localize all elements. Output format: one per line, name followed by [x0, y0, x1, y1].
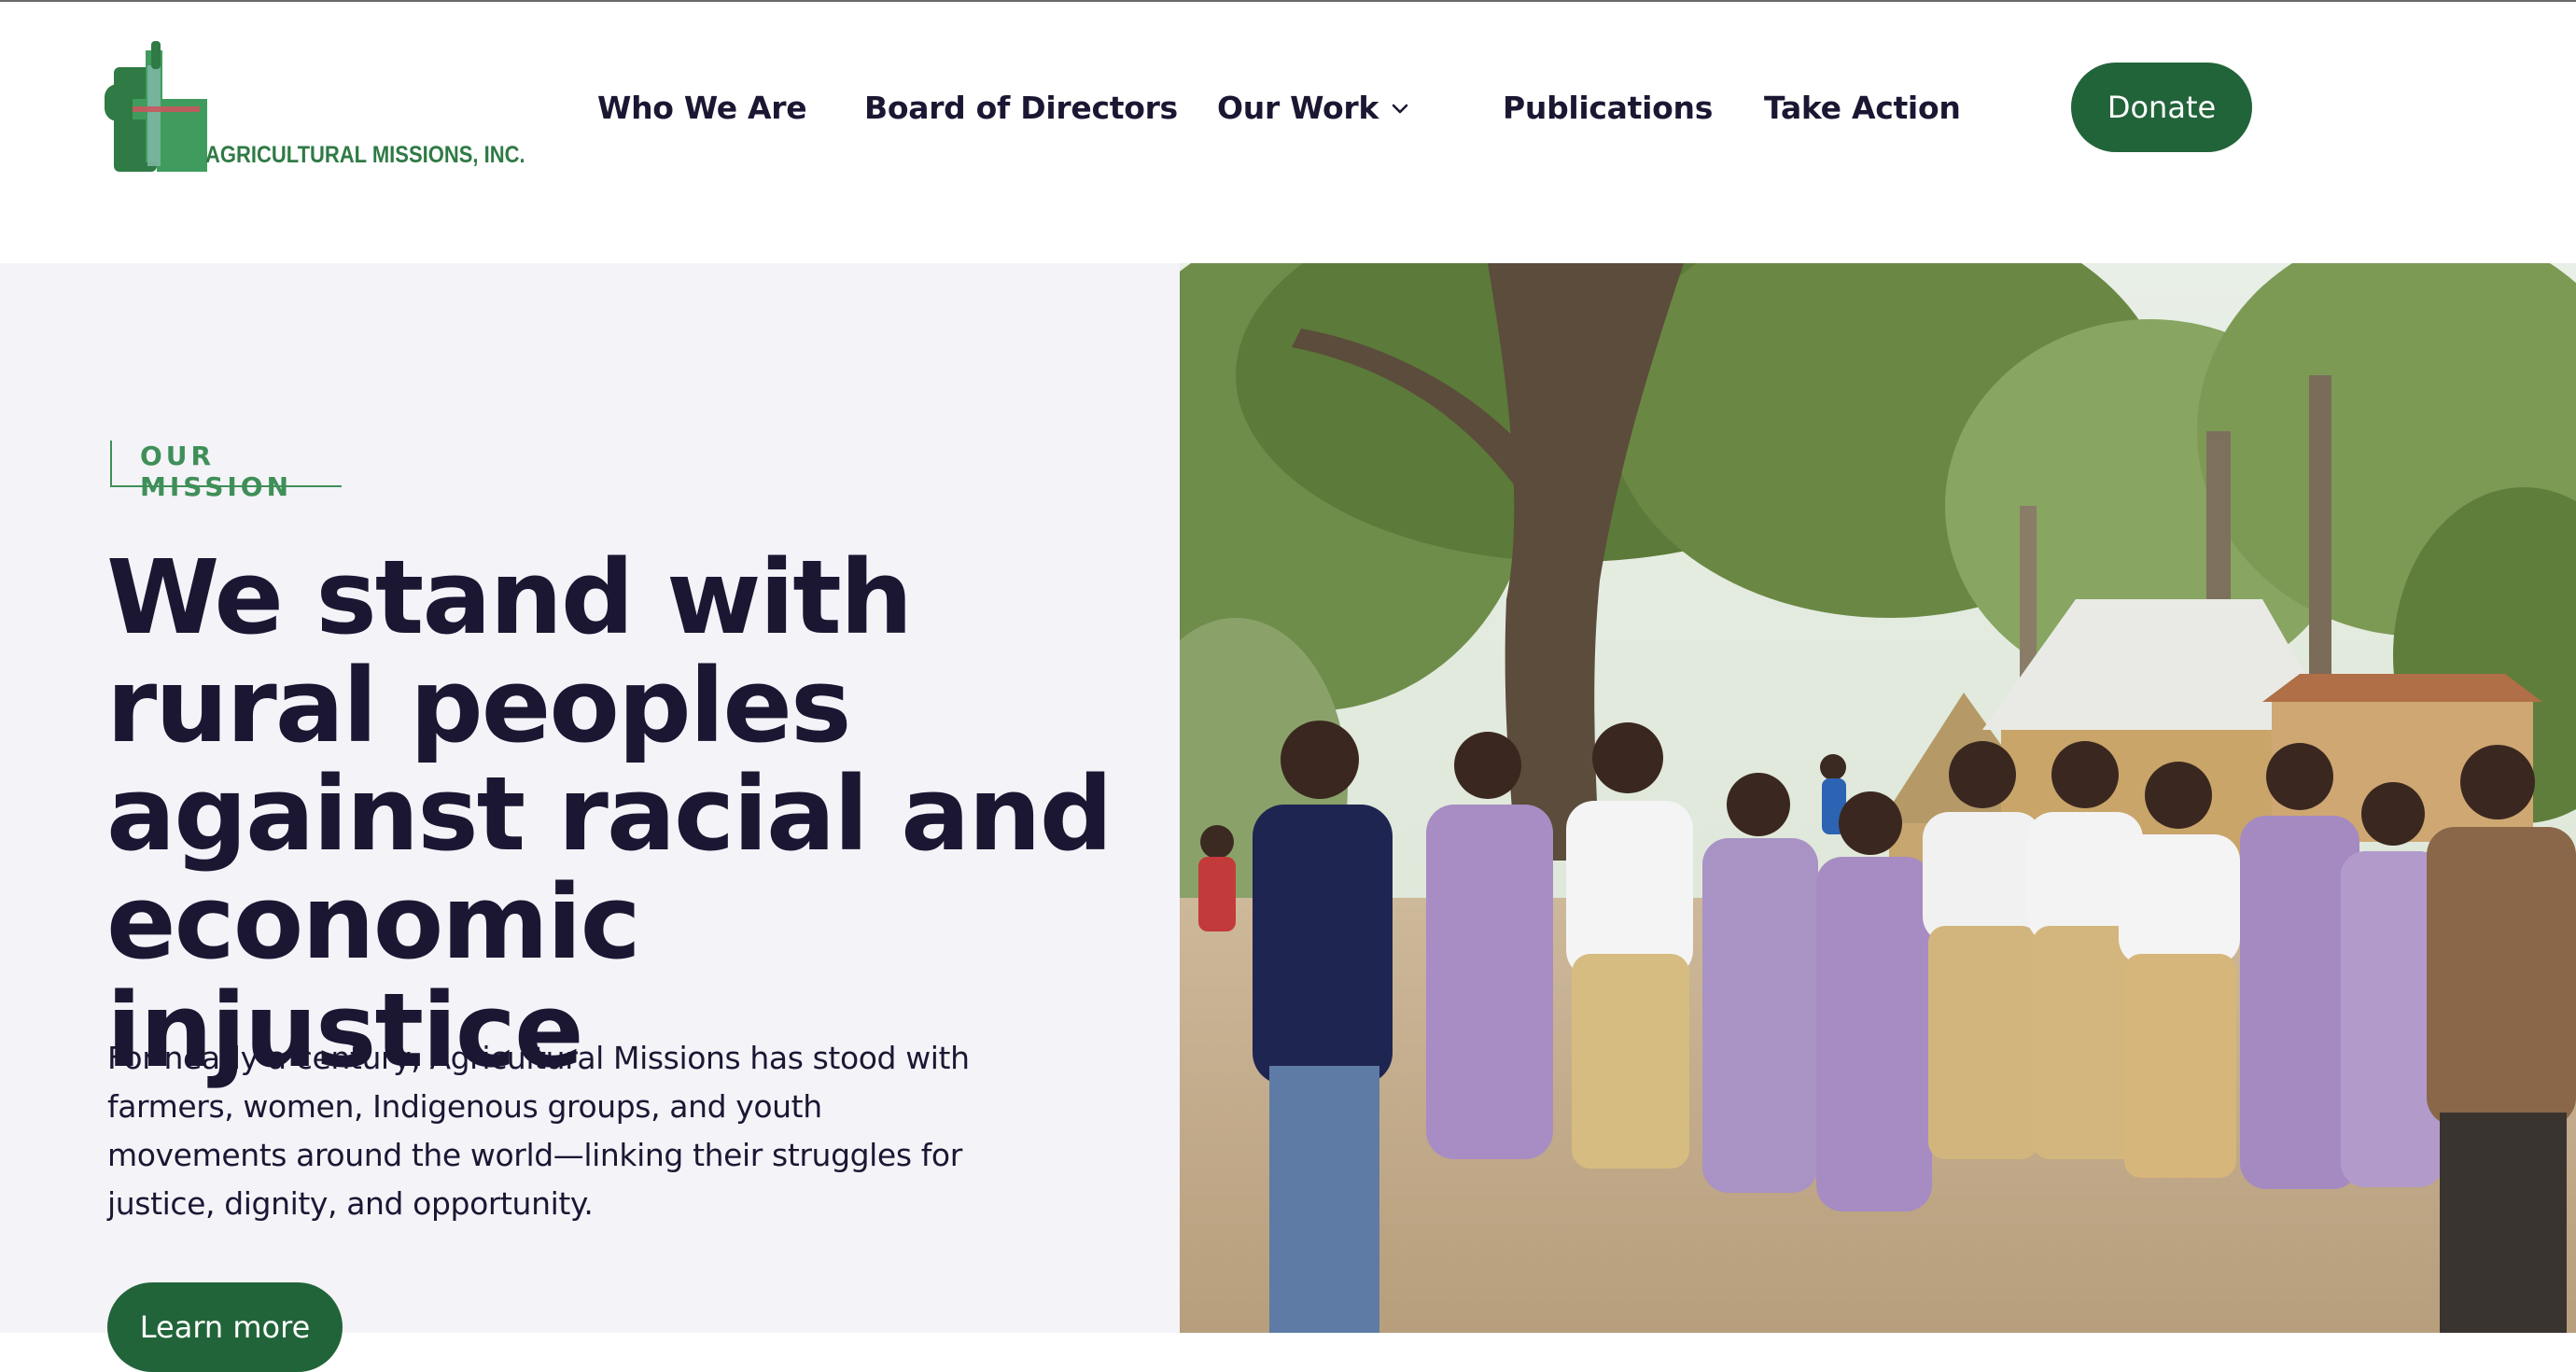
hero-text-panel: OUR MISSION We stand with rural peoples …: [0, 263, 1180, 1372]
hero-photo: [1180, 263, 2576, 1333]
nav-who-we-are[interactable]: Who We Are: [597, 82, 807, 134]
nav-take-action[interactable]: Take Action: [1764, 82, 1961, 134]
logo-wordmark: AGRICULTURAL MISSIONS, INC.: [205, 142, 525, 168]
logo-cross-icon: [105, 41, 207, 172]
site-logo[interactable]: AGRICULTURAL MISSIONS, INC.: [105, 41, 525, 181]
photo-illustration: [1180, 263, 2576, 1333]
nav-our-work-label: Our Work: [1217, 90, 1379, 126]
section-eyebrow: OUR MISSION: [110, 441, 342, 502]
chevron-down-icon[interactable]: [1389, 97, 1411, 119]
headline-line: rural peoples: [106, 646, 851, 765]
headline-line: We stand with: [106, 538, 913, 657]
nav-board-of-directors[interactable]: Board of Directors: [864, 82, 1178, 134]
site-header: AGRICULTURAL MISSIONS, INC. Who We Are B…: [0, 2, 2576, 263]
hero-body-text: For nearly a century, Agricultural Missi…: [107, 1040, 970, 1222]
hero-headline: We stand with rural peoples against raci…: [106, 543, 1142, 1085]
nav-publications[interactable]: Publications: [1503, 82, 1713, 134]
donate-button[interactable]: Donate: [2071, 63, 2252, 152]
eyebrow-label: OUR MISSION: [140, 441, 293, 502]
nav-our-work[interactable]: Our Work: [1217, 82, 1408, 134]
learn-more-button[interactable]: Learn more: [107, 1282, 343, 1372]
headline-line: against racial and: [106, 754, 1113, 874]
